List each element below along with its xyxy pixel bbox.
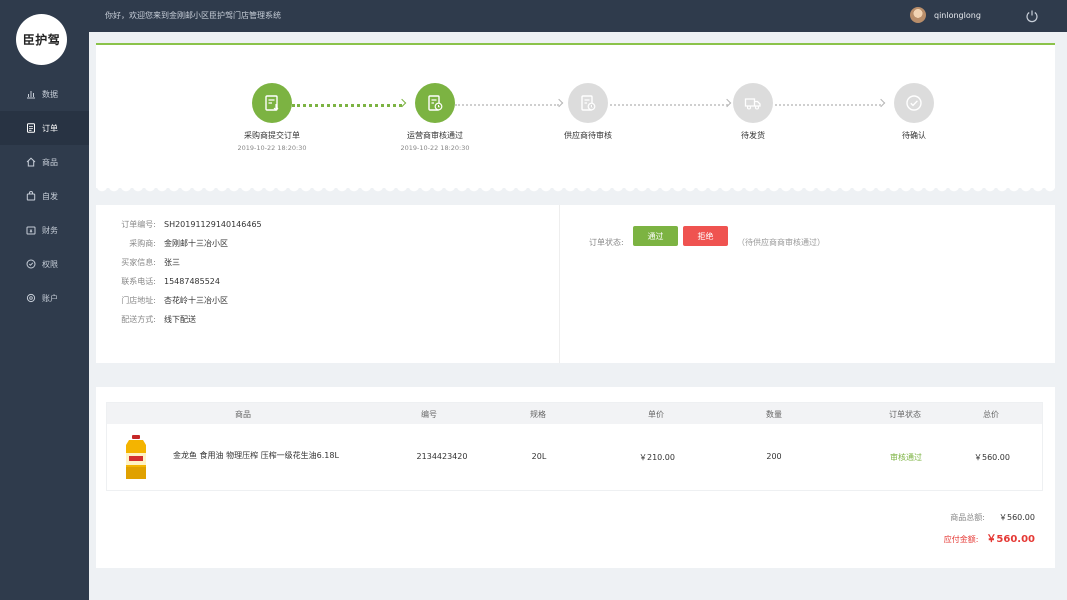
home-icon <box>26 157 36 167</box>
payable-total: 应付金额: ￥560.00 <box>944 530 1035 545</box>
field-value: 张三 <box>164 258 180 267</box>
avatar <box>910 7 926 23</box>
field-label: 订单编号: <box>121 220 156 229</box>
sidebar-item-data[interactable]: 数据 <box>0 77 89 111</box>
step-label: 供应商待审核 <box>564 131 612 140</box>
step-label: 采购商提交订单 <box>244 131 300 140</box>
sidebar-item-label: 权限 <box>42 259 58 269</box>
approve-button[interactable]: 通过 <box>633 226 678 246</box>
column-header: 编号 <box>421 410 437 419</box>
sidebar-item-self[interactable]: 自发 <box>0 179 89 213</box>
field-value: 线下配送 <box>164 315 196 324</box>
review-clock-icon <box>415 83 455 123</box>
wallet-icon <box>26 225 36 235</box>
step-time: 2019-10-22 18:20:30 <box>400 144 470 152</box>
field-value: 杏花岭十三冶小区 <box>164 296 228 305</box>
welcome-text: 你好，欢迎您来到金刚邮小区臣护驾门店管理系统 <box>105 11 281 20</box>
truck-icon <box>733 83 773 123</box>
item-total: ￥560.00 <box>974 453 1010 462</box>
goods-total: 商品总额: ￥560.00 <box>950 512 1035 523</box>
goods-total-label: 商品总额: <box>950 513 985 522</box>
sidebar-item-account[interactable]: 账户 <box>0 281 89 315</box>
column-header: 订单状态 <box>889 410 921 419</box>
field-value: 金刚邮十三冶小区 <box>164 239 228 248</box>
field-label: 采购商: <box>129 239 156 248</box>
step-submit: 采购商提交订单 2019-10-22 18:20:30 <box>212 83 332 152</box>
unit-price: ￥210.00 <box>639 453 675 462</box>
step-supplier-review: 供应商待审核 <box>528 83 648 141</box>
field-label: 门店地址: <box>121 296 156 305</box>
gear-icon <box>26 293 36 303</box>
sidebar-nav: 数据 订单 商品 自发 财务 权限 账户 <box>0 77 89 315</box>
field-value: SH20191129140146465 <box>164 220 262 229</box>
field-phone: 联系电话: 15487485524 <box>96 276 220 287</box>
field-label: 买家信息: <box>121 258 156 267</box>
submit-order-icon <box>252 83 292 123</box>
sidebar-item-label: 数据 <box>42 89 58 99</box>
power-icon[interactable] <box>1025 9 1039 23</box>
payable-label: 应付金额: <box>943 535 979 544</box>
bag-icon <box>26 191 36 201</box>
top-header: 你好，欢迎您来到金刚邮小区臣护驾门店管理系统 qinlonglong <box>89 0 1067 32</box>
field-buyer: 买家信息: 张三 <box>96 257 180 268</box>
field-address: 门店地址: 杏花岭十三冶小区 <box>96 295 228 306</box>
items-table: 商品 编号 规格 单价 数量 订单状态 总价 金龙鱼 食用油 物理压榨 压榨一级… <box>106 402 1043 491</box>
step-operator-approve: 运营商审核通过 2019-10-22 18:20:30 <box>375 83 495 152</box>
order-progress: 采购商提交订单 2019-10-22 18:20:30 运营商审核通过 2019… <box>96 43 1055 194</box>
step-label: 待发货 <box>741 131 765 140</box>
goods-total-value: ￥560.00 <box>999 513 1035 522</box>
product-name: 金龙鱼 食用油 物理压榨 压榨一级花生油6.18L <box>173 451 339 460</box>
sidebar-item-label: 商品 <box>42 157 58 167</box>
sidebar-item-label: 自发 <box>42 191 58 201</box>
field-order-no: 订单编号: SH20191129140146465 <box>96 219 262 230</box>
step-label: 待确认 <box>902 131 926 140</box>
sidebar-item-orders[interactable]: 订单 <box>0 111 89 145</box>
field-purchaser: 采购商: 金刚邮十三冶小区 <box>96 238 228 249</box>
payable-value: ￥560.00 <box>986 534 1035 545</box>
divider <box>559 205 560 363</box>
sidebar-item-label: 订单 <box>42 123 58 133</box>
sidebar: 臣护驾 数据 订单 商品 自发 财务 权限 账户 <box>0 0 89 600</box>
column-header: 总价 <box>983 410 999 419</box>
sidebar-item-permission[interactable]: 权限 <box>0 247 89 281</box>
review-clock-icon <box>568 83 608 123</box>
reject-button[interactable]: 拒绝 <box>683 226 728 246</box>
quantity: 200 <box>766 452 782 461</box>
logo: 臣护驾 <box>16 14 67 65</box>
product-image <box>120 435 152 481</box>
check-circle-icon <box>894 83 934 123</box>
table-header: 商品 编号 规格 单价 数量 订单状态 总价 <box>107 403 1042 424</box>
shield-icon <box>26 259 36 269</box>
order-status-label: 订单状态: <box>589 238 624 247</box>
order-items: 商品 编号 规格 单价 数量 订单状态 总价 金龙鱼 食用油 物理压榨 压榨一级… <box>96 387 1055 568</box>
column-header: 商品 <box>235 410 251 419</box>
field-delivery: 配送方式: 线下配送 <box>96 314 196 325</box>
column-header: 数量 <box>766 410 782 419</box>
document-icon <box>26 123 36 133</box>
sidebar-item-goods[interactable]: 商品 <box>0 145 89 179</box>
sidebar-item-finance[interactable]: 财务 <box>0 213 89 247</box>
product-code: 2134423420 <box>416 452 468 461</box>
sidebar-item-label: 账户 <box>42 293 58 303</box>
order-info: 订单编号: SH20191129140146465 采购商: 金刚邮十三冶小区 … <box>96 205 1055 363</box>
field-label: 联系电话: <box>121 277 156 286</box>
item-status: 审核通过 <box>890 453 922 462</box>
product-spec: 20L <box>531 452 547 461</box>
field-label: 配送方式: <box>121 315 156 324</box>
step-to-ship: 待发货 <box>693 83 813 141</box>
wave-edge <box>96 186 1055 194</box>
step-time: 2019-10-22 18:20:30 <box>237 144 307 152</box>
user-menu[interactable]: qinlonglong <box>910 7 981 23</box>
field-value: 15487485524 <box>164 277 220 286</box>
table-row[interactable]: 金龙鱼 食用油 物理压榨 压榨一级花生油6.18L 2134423420 20L… <box>107 424 1042 491</box>
status-note: （待供应商商审核通过） <box>737 238 825 247</box>
step-to-confirm: 待确认 <box>854 83 974 141</box>
column-header: 规格 <box>530 410 546 419</box>
sidebar-item-label: 财务 <box>42 225 58 235</box>
username: qinlonglong <box>934 10 981 20</box>
column-header: 单价 <box>648 410 664 419</box>
step-label: 运营商审核通过 <box>407 131 463 140</box>
bar-chart-icon <box>26 89 36 99</box>
